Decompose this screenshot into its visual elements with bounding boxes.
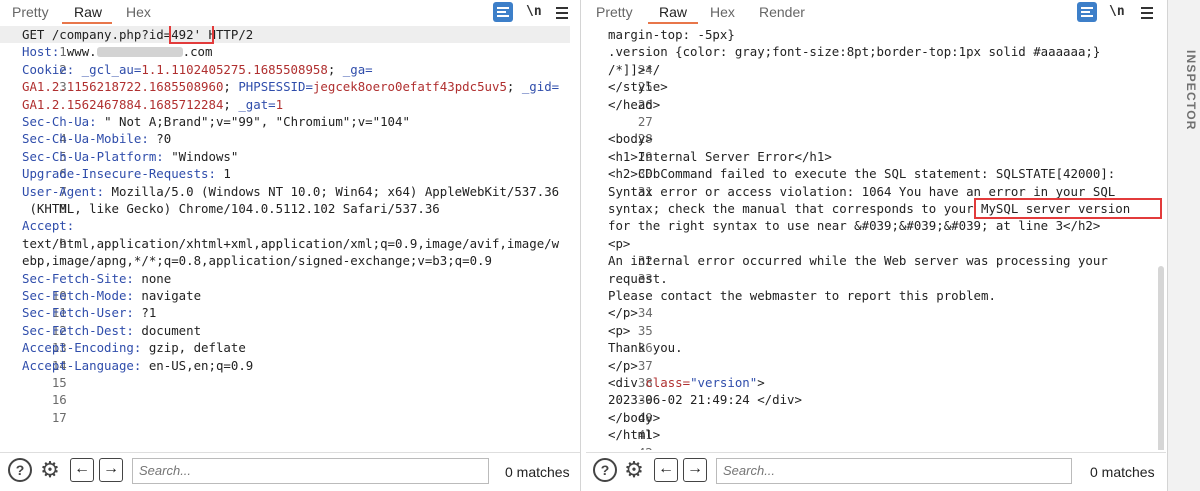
code-line: 13 Sec-Fetch-Dest: document bbox=[22, 322, 202, 356]
code-line: 10 Sec-Fetch-Site: none bbox=[22, 270, 172, 303]
code-line: 37 Thank you. bbox=[608, 340, 683, 373]
request-pane: Pretty Raw Hex \n 1 GET /company.php?id=4… bbox=[0, 0, 581, 491]
code-line: 29 <body> bbox=[608, 131, 653, 164]
payload-highlight-box bbox=[169, 26, 214, 44]
response-search-box[interactable] bbox=[716, 458, 1072, 484]
request-editor[interactable]: 1 GET /company.php?id=492' HTTP/2 2 Host: … bbox=[0, 26, 580, 450]
code-line: 42</html> bbox=[608, 427, 661, 450]
help-icon[interactable]: ? bbox=[8, 458, 32, 482]
code-line: 1 GET /company.php?id=492' HTTP/2 bbox=[22, 27, 254, 60]
request-tab-raw[interactable]: Raw bbox=[74, 4, 102, 20]
next-match-button[interactable]: → bbox=[683, 458, 707, 482]
code-line: 12 Sec-Fetch-User: ?1 bbox=[22, 305, 157, 338]
response-editor[interactable]: margin-top: -5px} 24 .version {color: gra… bbox=[586, 26, 1166, 450]
code-line: 31 <h2>CDbCommand failed to execute the S… bbox=[608, 166, 1116, 199]
code-line: 30 <h1>Internal Server Error</h1> bbox=[608, 148, 832, 182]
next-match-button[interactable]: → bbox=[99, 458, 123, 482]
code-line: 33 An internal error occurred while the W… bbox=[608, 253, 1108, 286]
code-line: 17 bbox=[51, 409, 67, 425]
code-line: ebp,image/apng,*/*;q=0.8,application/sig… bbox=[22, 253, 492, 269]
newline-toggle-icon[interactable]: \n bbox=[526, 2, 546, 22]
code-line: 9 Accept: bbox=[22, 218, 75, 251]
code-line: 24 .version {color: gray;font-size:8pt;bo… bbox=[608, 44, 1101, 77]
code-line: 15 Accept-Language: en-US,en;q=0.9 bbox=[22, 357, 254, 390]
code-line: 2 Host: www. .com bbox=[22, 44, 213, 77]
word-wrap-icon[interactable] bbox=[493, 2, 513, 22]
code-line: GA1.2.1562467884.1685712284; _gat=1 bbox=[22, 96, 284, 112]
code-line: 5 Sec-Ch-Ua-Mobile: ?0 bbox=[22, 131, 172, 164]
code-line: 26 </style> bbox=[608, 79, 668, 112]
previous-match-button[interactable]: ← bbox=[70, 458, 94, 482]
response-tab-render[interactable]: Render bbox=[759, 4, 805, 20]
request-tab-hex[interactable]: Hex bbox=[126, 4, 151, 20]
newline-toggle-icon[interactable]: \n bbox=[1109, 2, 1129, 22]
response-tabbar: Pretty Raw Hex Render \n bbox=[586, 0, 1166, 26]
code-line: 25/*]]>*/ bbox=[608, 61, 661, 95]
request-search-box[interactable] bbox=[132, 458, 489, 484]
code-line: 38 </p> bbox=[608, 357, 653, 390]
active-tab-indicator bbox=[648, 22, 698, 24]
search-input[interactable] bbox=[139, 459, 482, 483]
code-line: 4 Sec-Ch-Ua: " Not A;Brand";v="99", "Chro… bbox=[22, 114, 410, 147]
code-line: text/html,application/xhtml+xml,applicat… bbox=[22, 235, 560, 251]
code-line: 39 <div class="version"> bbox=[608, 375, 765, 408]
inspector-label: INSPECTOR bbox=[1184, 50, 1198, 131]
code-line: margin-top: -5px} bbox=[608, 27, 735, 42]
code-line: 28 bbox=[637, 131, 653, 147]
code-line: 32 <p> bbox=[608, 235, 653, 269]
help-icon[interactable]: ? bbox=[593, 458, 617, 482]
code-line: 40 2023-06-02 21:49:24 </div> bbox=[608, 392, 802, 425]
vertical-scrollbar[interactable] bbox=[1158, 266, 1164, 450]
code-line: 6 Sec-Ch-Ua-Platform: "Windows" bbox=[22, 148, 239, 182]
code-line: 11 Sec-Fetch-Mode: navigate bbox=[22, 288, 202, 321]
response-tab-pretty[interactable]: Pretty bbox=[596, 4, 633, 20]
code-line: 16 bbox=[51, 392, 67, 408]
code-line: 7 Upgrade-Insecure-Requests: 1 bbox=[22, 166, 231, 199]
code-line: for the right syntax to use near &#039;&… bbox=[608, 218, 1101, 234]
word-wrap-icon[interactable] bbox=[1077, 2, 1097, 22]
code-line: 3 Cookie: _gcl_au=1.1.1102405275.16855089… bbox=[22, 61, 373, 95]
response-tab-raw[interactable]: Raw bbox=[659, 4, 687, 20]
code-line: 41 </body> bbox=[608, 409, 661, 443]
match-count: 0 matches bbox=[1090, 464, 1155, 480]
request-tabbar: Pretty Raw Hex \n bbox=[0, 0, 580, 26]
code-line: 8 User-Agent: Mozilla/5.0 (Windows NT 10.… bbox=[22, 183, 560, 216]
gear-icon[interactable]: ⚙ bbox=[622, 458, 646, 482]
code-line: 14 Accept-Encoding: gzip, deflate bbox=[22, 340, 246, 373]
code-line: request. bbox=[608, 270, 668, 286]
inspector-panel-toggle[interactable]: INSPECTOR bbox=[1167, 0, 1200, 491]
match-count: 0 matches bbox=[505, 464, 570, 480]
mysql-error-highlight-box bbox=[974, 198, 1162, 219]
response-pane: Pretty Raw Hex Render \n margin-top: -5p… bbox=[586, 0, 1166, 491]
request-tab-pretty[interactable]: Pretty bbox=[12, 4, 49, 20]
code-line: (KHTML, like Gecko) Chrome/104.0.5112.10… bbox=[22, 201, 440, 216]
gear-icon[interactable]: ⚙ bbox=[38, 458, 62, 482]
response-search-bar: ? ⚙ ← → 0 matches bbox=[586, 452, 1166, 490]
request-search-bar: ? ⚙ ← → 0 matches bbox=[0, 452, 580, 490]
code-line: 35 </p> bbox=[608, 305, 653, 338]
previous-match-button[interactable]: ← bbox=[654, 458, 678, 482]
code-line: GA1.2.1156218722.1685508960; PHPSESSID=j… bbox=[22, 79, 560, 95]
menu-icon[interactable] bbox=[1137, 2, 1157, 22]
code-line: 36 <p> bbox=[608, 322, 653, 356]
code-line: 34 Please contact the webmaster to report… bbox=[608, 288, 996, 321]
active-tab-indicator bbox=[62, 22, 112, 24]
response-tab-hex[interactable]: Hex bbox=[710, 4, 735, 20]
menu-icon[interactable] bbox=[552, 2, 572, 22]
search-input[interactable] bbox=[723, 459, 1065, 483]
code-line: 27 </head> bbox=[608, 96, 661, 129]
redacted-hostname bbox=[96, 47, 183, 58]
